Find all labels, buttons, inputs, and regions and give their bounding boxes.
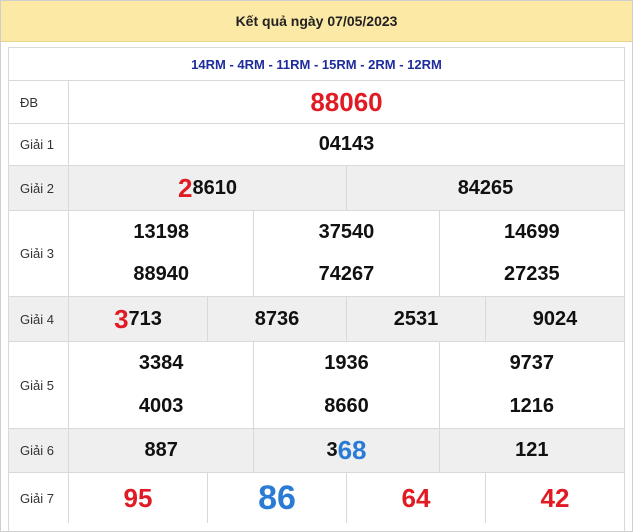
prize-4-number: 8736 <box>208 297 347 341</box>
prize-4-number: 3 713 <box>69 297 208 341</box>
prize-label: Giải 3 <box>9 211 69 296</box>
results-panel: Kết quả ngày 07/05/2023 14RM - 4RM - 11R… <box>0 0 633 532</box>
prize-2-number: 84265 <box>457 176 514 199</box>
prize-label: Giải 2 <box>9 166 69 210</box>
prize-6-number: 3 68 <box>254 429 440 472</box>
prize-1-number: 04143 <box>318 133 375 155</box>
prize-6-number: 121 <box>515 439 549 461</box>
prize-7-number: 95 <box>69 473 208 523</box>
prize-label: Giải 6 <box>9 429 69 472</box>
prize-label: Giải 4 <box>9 297 69 341</box>
prize-5-number: 9737 <box>509 352 555 374</box>
results-title: Kết quả ngày 07/05/2023 <box>1 1 632 42</box>
prize-3-number: 88940 <box>69 253 255 296</box>
row-prize-5: Giải 5 3384 1936 9737 4003 8660 1216 <box>9 342 624 429</box>
prize-7-number: 64 <box>347 473 486 523</box>
prize-3-number: 14699 <box>504 220 560 243</box>
row-prize-2: Giải 2 2 8610 84265 <box>9 166 624 211</box>
prize-label: Giải 1 <box>9 124 69 165</box>
prize-label: Giải 5 <box>9 342 69 428</box>
prize-5-number: 8660 <box>254 385 440 428</box>
prize-5-number: 1216 <box>509 395 555 417</box>
special-prize-number: 88060 <box>310 86 383 117</box>
row-prize-4: Giải 4 3 713 8736 2531 9024 <box>9 297 624 342</box>
prize-label: Giải 7 <box>9 473 69 523</box>
prize-2-number: 2 8610 <box>69 166 347 210</box>
province-codes: 14RM - 4RM - 11RM - 15RM - 2RM - 12RM <box>9 48 624 81</box>
row-prize-1: Giải 1 04143 <box>9 124 624 166</box>
row-prize-6: Giải 6 887 3 68 121 <box>9 429 624 473</box>
prize-3-number: 74267 <box>254 253 440 296</box>
prize-5-number: 4003 <box>69 385 255 428</box>
prize-7-number: 42 <box>540 482 570 513</box>
prize-7-number: 86 <box>208 473 347 523</box>
prize-label: ĐB <box>9 81 69 123</box>
prize-5-number: 1936 <box>254 342 440 385</box>
prize-6-number: 887 <box>69 429 255 472</box>
prize-4-number: 9024 <box>532 307 578 330</box>
row-special-prize: ĐB 88060 <box>9 81 624 124</box>
results-table: 14RM - 4RM - 11RM - 15RM - 2RM - 12RM ĐB… <box>8 47 625 531</box>
prize-5-number: 3384 <box>69 342 255 385</box>
row-prize-3: Giải 3 13198 37540 14699 88940 74267 272… <box>9 211 624 297</box>
prize-4-number: 2531 <box>347 297 486 341</box>
prize-3-number: 27235 <box>504 263 560 286</box>
row-prize-7: Giải 7 95 86 64 42 <box>9 473 624 523</box>
prize-3-number: 37540 <box>254 211 440 254</box>
prize-3-number: 13198 <box>69 211 255 254</box>
